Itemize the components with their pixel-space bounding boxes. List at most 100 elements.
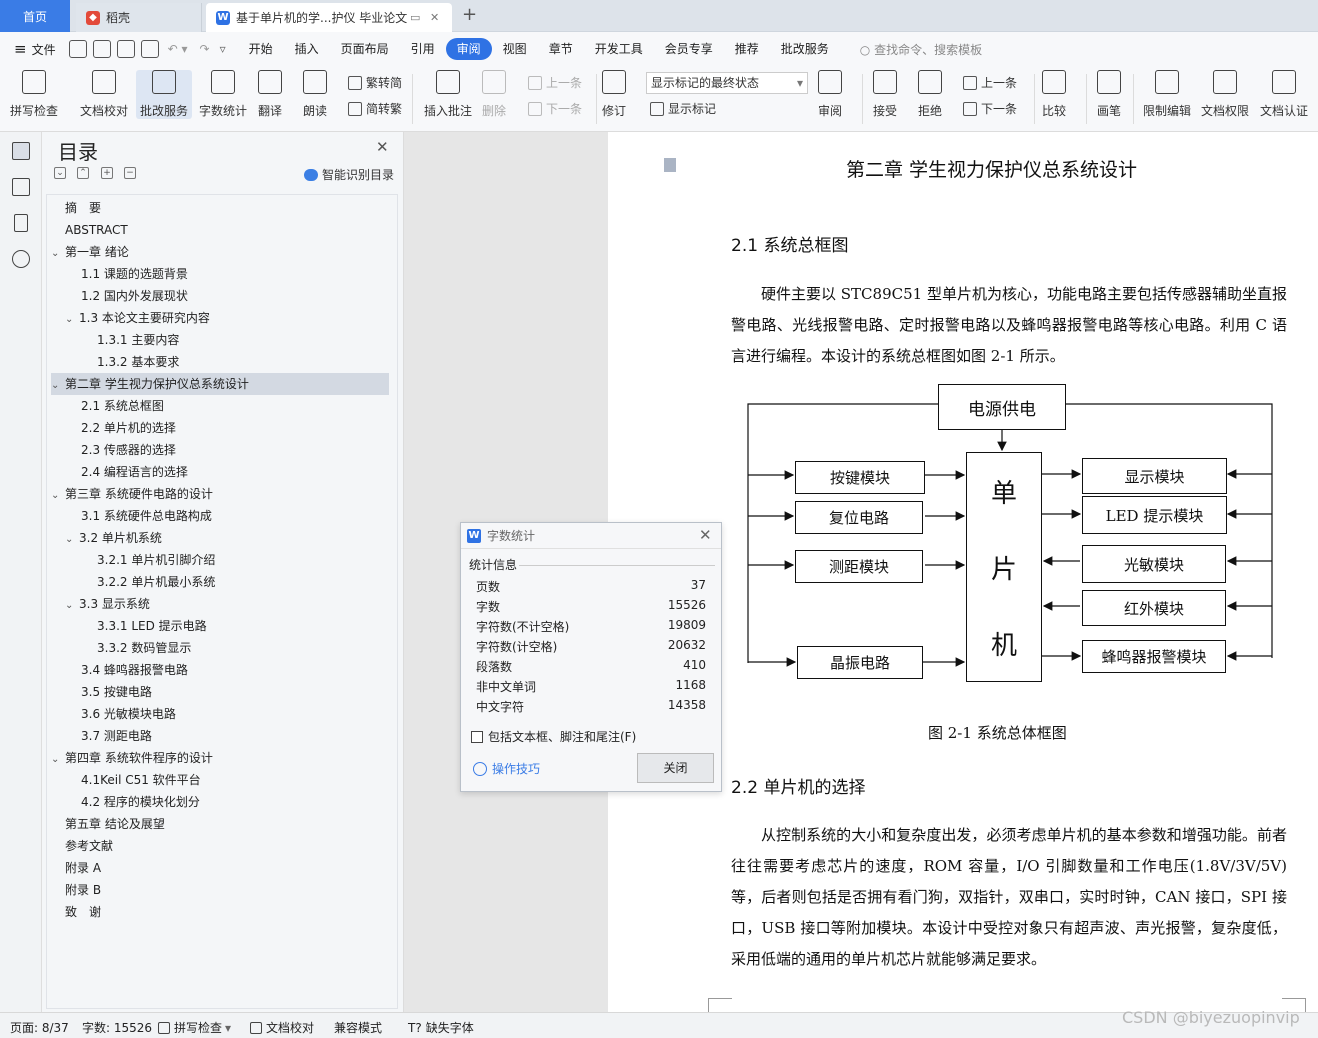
toc-item[interactable]: 3.1 系统硬件总电路构成 bbox=[51, 505, 389, 527]
toc-item[interactable]: 1.3.2 基本要求 bbox=[51, 351, 389, 373]
redo-icon[interactable]: ↷ bbox=[200, 42, 210, 56]
collapse-all-icon[interactable]: ⌃ bbox=[77, 167, 89, 179]
prev-comment-button[interactable]: 上一条 bbox=[528, 74, 582, 91]
read-aloud-button[interactable]: 朗读 bbox=[303, 70, 327, 119]
toc-item[interactable]: 参考文献 bbox=[51, 835, 389, 857]
menu-member[interactable]: 会员专享 bbox=[654, 38, 724, 60]
toc-item[interactable]: 摘 要 bbox=[51, 197, 389, 219]
toc-item[interactable]: 致 谢 bbox=[51, 901, 389, 923]
bookmark-icon[interactable] bbox=[14, 214, 28, 232]
doc-permission-button[interactable]: 文档权限 bbox=[1201, 70, 1249, 119]
simp-to-trad-button[interactable]: 简转繁 bbox=[348, 100, 402, 117]
chevron-down-icon[interactable]: ⌄ bbox=[65, 309, 79, 331]
track-changes-button[interactable]: 修订 bbox=[602, 70, 626, 119]
toc-item[interactable]: 第五章 结论及展望 bbox=[51, 813, 389, 835]
toc-item[interactable]: 3.7 测距电路 bbox=[51, 725, 389, 747]
tab-close-icon[interactable]: ✕ bbox=[430, 11, 439, 24]
delete-comment-button[interactable]: 删除 bbox=[482, 70, 506, 119]
menu-layout[interactable]: 页面布局 bbox=[330, 38, 400, 60]
print-icon[interactable] bbox=[116, 40, 135, 58]
insert-comment-button[interactable]: 插入批注 bbox=[424, 70, 472, 119]
menu-view[interactable]: 视图 bbox=[492, 38, 538, 60]
toc-item[interactable]: ⌄ 第二章 学生视力保护仪总系统设计 bbox=[51, 373, 389, 395]
trad-to-simp-button[interactable]: 繁转简 bbox=[348, 74, 402, 91]
print-preview-icon[interactable] bbox=[140, 40, 159, 58]
toc-item[interactable]: 2.4 编程语言的选择 bbox=[51, 461, 389, 483]
expand-all-icon[interactable]: ⌄ bbox=[54, 167, 66, 179]
tab-home[interactable]: 首页 bbox=[0, 0, 70, 32]
chevron-down-icon[interactable]: ⌄ bbox=[51, 485, 65, 507]
review-pane-button[interactable]: 审阅 bbox=[818, 70, 842, 119]
toc-item[interactable]: 1.1 课题的选题背景 bbox=[51, 263, 389, 285]
menu-review[interactable]: 审阅 bbox=[445, 38, 492, 60]
chevron-down-icon[interactable]: ⌄ bbox=[65, 595, 79, 617]
tab-pin-icon[interactable]: ▭ bbox=[410, 11, 420, 24]
menu-recommend[interactable]: 推荐 bbox=[724, 38, 770, 60]
undo-icon[interactable]: ↶ ▾ bbox=[168, 42, 188, 56]
menu-insert[interactable]: 插入 bbox=[284, 38, 330, 60]
missing-font[interactable]: T? 缺失字体 bbox=[408, 1019, 474, 1036]
chevron-down-icon[interactable]: ⌄ bbox=[51, 749, 65, 771]
document-icon[interactable] bbox=[664, 158, 676, 172]
toc-item[interactable]: 3.3.2 数码管显示 bbox=[51, 637, 389, 659]
toc-item[interactable]: 1.2 国内外发展现状 bbox=[51, 285, 389, 307]
translate-button[interactable]: 翻译 bbox=[258, 70, 282, 119]
toc-item[interactable]: ABSTRACT bbox=[51, 219, 389, 241]
tips-link[interactable]: 操作技巧 bbox=[473, 760, 540, 777]
toc-item[interactable]: ⌄ 第一章 绪论 bbox=[51, 241, 389, 263]
toc-item[interactable]: 3.2.2 单片机最小系统 bbox=[51, 571, 389, 593]
page-indicator[interactable]: 页面: 8/37 bbox=[10, 1019, 69, 1036]
compare-button[interactable]: 比较 bbox=[1042, 70, 1066, 119]
toc-item[interactable]: 附录 B bbox=[51, 879, 389, 901]
toc-item[interactable]: ⌄ 1.3 本论文主要研究内容 bbox=[51, 307, 389, 329]
chevron-down-icon[interactable]: ⌄ bbox=[51, 375, 65, 397]
next-comment-button[interactable]: 下一条 bbox=[528, 100, 582, 117]
toc-item[interactable]: ⌄ 第三章 系统硬件电路的设计 bbox=[51, 483, 389, 505]
tab-document[interactable]: W 基于单片机的学...护仪 毕业论文 ▭ ✕ bbox=[206, 3, 452, 32]
toc-item[interactable]: 3.2.1 单片机引脚介绍 bbox=[51, 549, 389, 571]
toc-item[interactable]: ⌄ 3.3 显示系统 bbox=[51, 593, 389, 615]
close-button[interactable]: 关闭 bbox=[637, 753, 714, 783]
reject-button[interactable]: 拒绝 bbox=[918, 70, 942, 119]
status-doc-check[interactable]: 文档校对 bbox=[250, 1019, 314, 1036]
toc-item[interactable]: 3.4 蜂鸣器报警电路 bbox=[51, 659, 389, 681]
toc-item[interactable]: 2.3 传感器的选择 bbox=[51, 439, 389, 461]
export-pdf-icon[interactable] bbox=[92, 40, 111, 58]
tab-docer[interactable]: ◆ 稻壳 bbox=[76, 3, 202, 32]
toc-item[interactable]: 3.6 光敏模块电路 bbox=[51, 703, 389, 725]
restrict-edit-button[interactable]: 限制编辑 bbox=[1143, 70, 1191, 119]
pen-button[interactable]: 画笔 bbox=[1097, 70, 1121, 119]
new-tab-icon[interactable]: + bbox=[462, 4, 477, 25]
toc-item[interactable]: 4.2 程序的模块化划分 bbox=[51, 791, 389, 813]
chevron-down-icon[interactable]: ⌄ bbox=[65, 529, 79, 551]
doc-cert-button[interactable]: 文档认证 bbox=[1260, 70, 1308, 119]
command-search[interactable]: ○ 查找命令、搜索模板 bbox=[860, 41, 982, 58]
menu-chapter[interactable]: 章节 bbox=[538, 38, 584, 60]
word-count-indicator[interactable]: 字数: 15526 bbox=[82, 1019, 152, 1036]
save-icon[interactable] bbox=[68, 40, 87, 58]
status-spell-check[interactable]: 拼写检查 ▾ bbox=[158, 1019, 231, 1036]
toc-item[interactable]: ⌄ 第四章 系统软件程序的设计 bbox=[51, 747, 389, 769]
toc-item[interactable]: ⌄ 3.2 单片机系统 bbox=[51, 527, 389, 549]
menu-reference[interactable]: 引用 bbox=[400, 38, 446, 60]
correction-service-button[interactable]: 批改服务 bbox=[136, 70, 193, 119]
remove-heading-icon[interactable]: − bbox=[124, 167, 136, 179]
search-icon[interactable] bbox=[12, 250, 30, 268]
prev-change-button[interactable]: 上一条 bbox=[963, 74, 1017, 91]
markup-state-select[interactable]: 显示标记的最终状态 ▾ bbox=[646, 72, 808, 94]
dialog-titlebar[interactable]: W 字数统计 bbox=[461, 523, 721, 549]
close-icon[interactable]: ✕ bbox=[699, 526, 712, 544]
toc-item[interactable]: 2.1 系统总框图 bbox=[51, 395, 389, 417]
doc-check-button[interactable]: 文档校对 bbox=[80, 70, 128, 119]
next-change-button[interactable]: 下一条 bbox=[963, 100, 1017, 117]
toc-item[interactable]: 3.3.1 LED 提示电路 bbox=[51, 615, 389, 637]
file-menu[interactable]: ≡ 文件 bbox=[0, 40, 66, 58]
menu-start[interactable]: 开始 bbox=[238, 38, 284, 60]
include-textbox-checkbox[interactable]: 包括文本框、脚注和尾注(F) bbox=[471, 728, 636, 745]
word-count-button[interactable]: 字数统计 bbox=[199, 70, 247, 119]
toc-item[interactable]: 4.1Keil C51 软件平台 bbox=[51, 769, 389, 791]
toc-item[interactable]: 2.2 单片机的选择 bbox=[51, 417, 389, 439]
toc-panel-icon[interactable] bbox=[12, 142, 30, 160]
smart-toc-button[interactable]: 智能识别目录 bbox=[304, 166, 394, 183]
menu-correction[interactable]: 批改服务 bbox=[770, 38, 840, 60]
